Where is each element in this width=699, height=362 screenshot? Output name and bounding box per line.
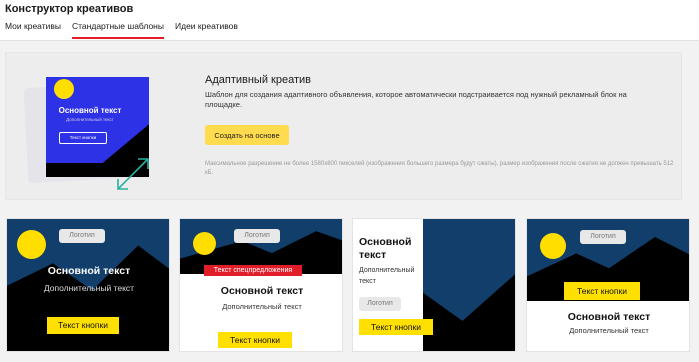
size-limit-note: Максимальное разрешение не более 1580х80…: [205, 161, 674, 176]
card-sub-text: Дополнительный текст: [43, 283, 135, 293]
preview-button: Текст кнопки: [59, 132, 107, 144]
adaptive-preview[interactable]: Основной текст Дополнительный текст Текс…: [23, 73, 156, 190]
template-card[interactable]: Основной текст Дополнительный текст Лого…: [352, 218, 516, 352]
card-main-text: Основной текст: [567, 311, 651, 323]
tab-creative-ideas[interactable]: Идеи креативов: [175, 21, 238, 36]
app-title: Конструктор креативов: [5, 3, 134, 15]
card-sub-text: Дополнительный текст: [359, 267, 415, 285]
preview-main-text: Основной текст: [58, 106, 122, 115]
sun-icon: [54, 79, 74, 99]
template-card[interactable]: Логотип Текст кнопки Основной текст Допо…: [526, 218, 690, 352]
sun-icon: [540, 233, 566, 259]
special-offer-text: Текст спецпредложения: [213, 267, 293, 274]
card-sub-text: Дополнительный текст: [569, 326, 649, 335]
template-card[interactable]: Логотип Текст спецпредложения Основной т…: [179, 218, 343, 352]
top-bar: Конструктор креативов Мои креативы Станд…: [0, 0, 699, 41]
card-cta-button: Текст кнопки: [359, 319, 433, 335]
adaptive-creative-panel: Основной текст Дополнительный текст Текс…: [5, 52, 682, 200]
card-main-text: Основной текст: [220, 285, 304, 297]
logo-placeholder: Логотип: [580, 230, 626, 244]
sun-icon: [193, 232, 216, 255]
page: Конструктор креативов Мои креативы Станд…: [0, 0, 699, 362]
card-main-text: Основной текст: [359, 236, 412, 261]
sun-icon: [17, 230, 46, 259]
tab-standard-templates[interactable]: Стандартные шаблоны: [72, 21, 164, 39]
card-cta-button: Текст кнопки: [218, 332, 292, 348]
create-from-template-button[interactable]: Создать на основе: [205, 125, 289, 145]
tabs: Мои креативы Стандартные шаблоны Идеи кр…: [5, 21, 238, 39]
card-cta-button: Текст кнопки: [47, 317, 119, 334]
adaptive-title: Адаптивный креатив: [205, 74, 311, 86]
resize-arrow-icon: [117, 158, 149, 190]
special-offer-ribbon: Текст спецпредложения: [204, 265, 302, 276]
adaptive-description: Шаблон для создания адаптивного объявлен…: [205, 90, 627, 109]
card-image-area: [423, 219, 515, 351]
logo-placeholder: Логотип: [234, 229, 280, 243]
preview-sub-text: Дополнительный текст: [66, 117, 114, 122]
logo-placeholder: Логотип: [359, 297, 401, 311]
card-sub-text: Дополнительный текст: [222, 302, 302, 311]
tab-my-creatives[interactable]: Мои креативы: [5, 21, 61, 36]
mountains-image: [423, 272, 515, 351]
card-main-text: Основной текст: [47, 265, 131, 277]
card-cta-button: Текст кнопки: [564, 282, 640, 300]
template-card[interactable]: Логотип Основной текст Дополнительный те…: [6, 218, 170, 352]
logo-placeholder: Логотип: [59, 229, 105, 243]
